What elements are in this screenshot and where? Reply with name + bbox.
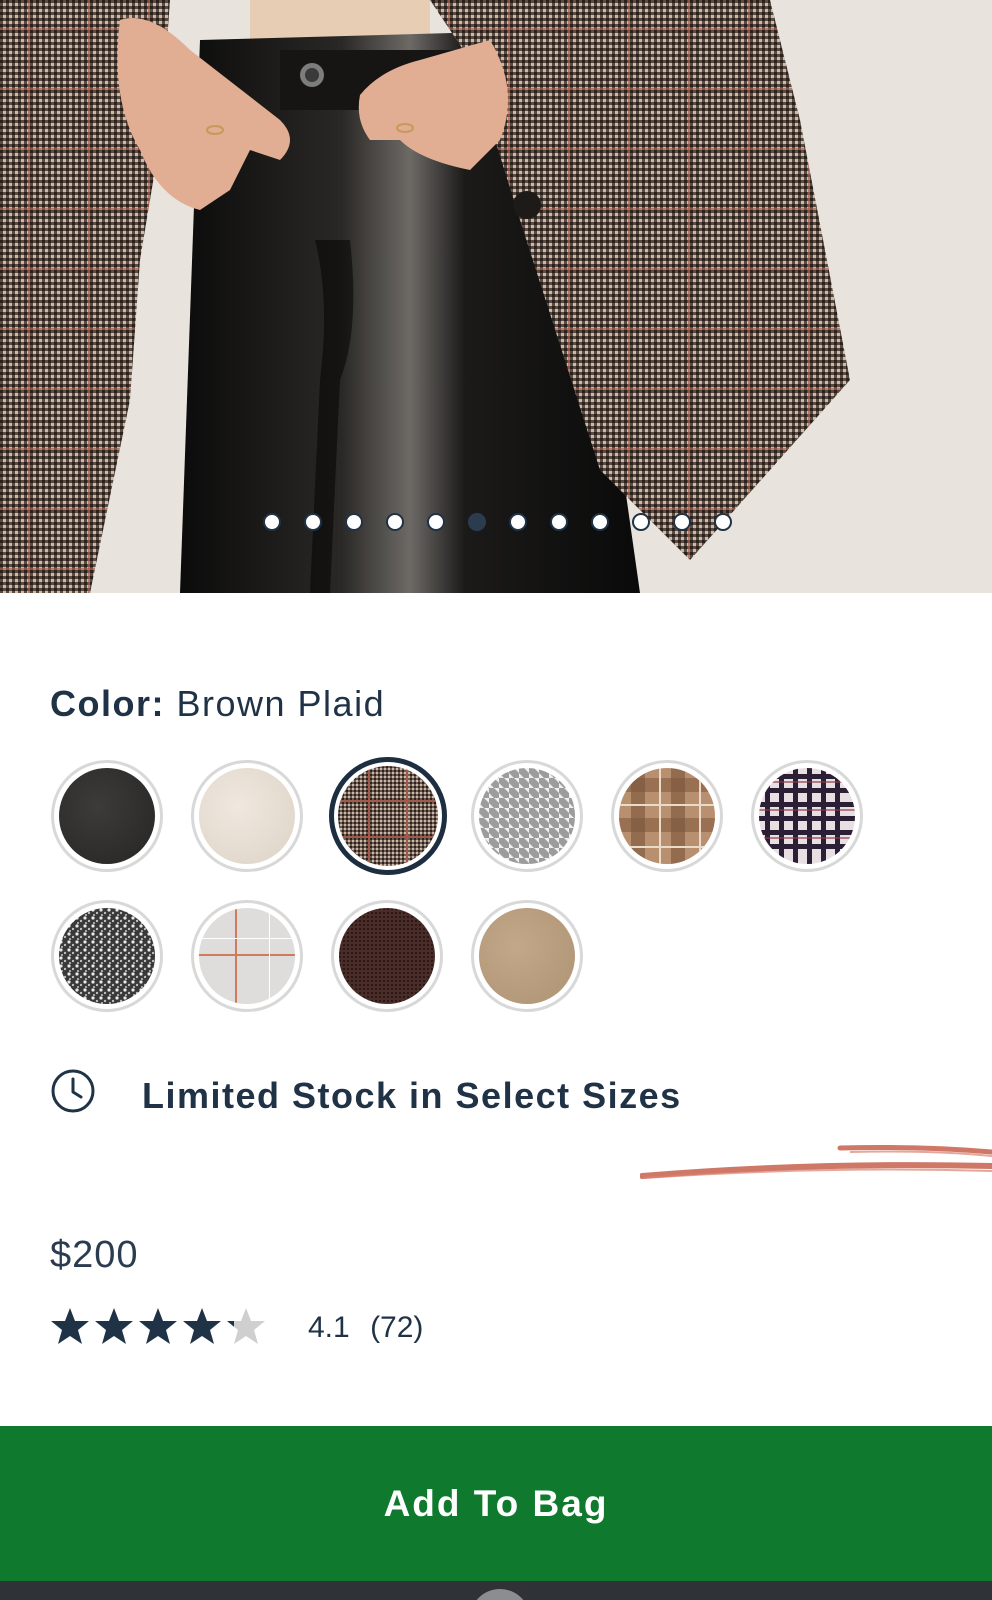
star-icon (51, 1308, 89, 1344)
star-rating[interactable] (50, 1306, 270, 1350)
stock-message: Limited Stock in Select Sizes (142, 1075, 682, 1116)
add-to-bag-button[interactable]: Add To Bag (0, 1426, 992, 1581)
swatch-navy-check[interactable] (751, 760, 863, 872)
swatch-light-grey-windowpane[interactable] (191, 900, 303, 1012)
color-label-prefix: Color: (50, 683, 165, 724)
carousel-dot[interactable] (550, 513, 568, 531)
product-image[interactable] (0, 0, 992, 593)
swatch-cream-solid[interactable] (191, 760, 303, 872)
carousel-dot[interactable] (632, 513, 650, 531)
carousel-dot[interactable] (509, 513, 527, 531)
product-photo (0, 0, 992, 593)
review-count: (72) (370, 1311, 424, 1344)
price: $200 (50, 1234, 139, 1276)
carousel-dot[interactable] (345, 513, 363, 531)
home-indicator-icon[interactable] (470, 1589, 530, 1600)
carousel-dot[interactable] (468, 513, 486, 531)
swatch-tan-plaid[interactable] (611, 760, 723, 872)
rating-summary[interactable]: 4.1 (72) (308, 1311, 423, 1345)
swatch-black-solid[interactable] (51, 760, 163, 872)
swatch-grey-houndstooth[interactable] (471, 760, 583, 872)
carousel-dot[interactable] (591, 513, 609, 531)
rating-value: 4.1 (308, 1311, 350, 1344)
swatch-dark-brown-check[interactable] (331, 900, 443, 1012)
star-icon (95, 1308, 133, 1344)
star-icon (183, 1308, 221, 1344)
clock-icon (51, 1069, 95, 1113)
carousel-dot[interactable] (386, 513, 404, 531)
star-icon (139, 1308, 177, 1344)
swatch-black-white-tweed[interactable] (51, 900, 163, 1012)
carousel-dot[interactable] (263, 513, 281, 531)
bottom-toolbar (0, 1581, 992, 1600)
color-label: Color: Brown Plaid (50, 683, 385, 725)
carousel-dots (0, 513, 992, 535)
swatch-brown-plaid[interactable] (329, 757, 447, 875)
carousel-dot[interactable] (304, 513, 322, 531)
partial-star-icon (227, 1308, 265, 1344)
selected-color-name: Brown Plaid (176, 683, 386, 724)
decorative-underline (640, 1145, 992, 1179)
carousel-dot[interactable] (714, 513, 732, 531)
swatch-camel-solid[interactable] (471, 900, 583, 1012)
carousel-dot[interactable] (427, 513, 445, 531)
carousel-dot[interactable] (673, 513, 691, 531)
